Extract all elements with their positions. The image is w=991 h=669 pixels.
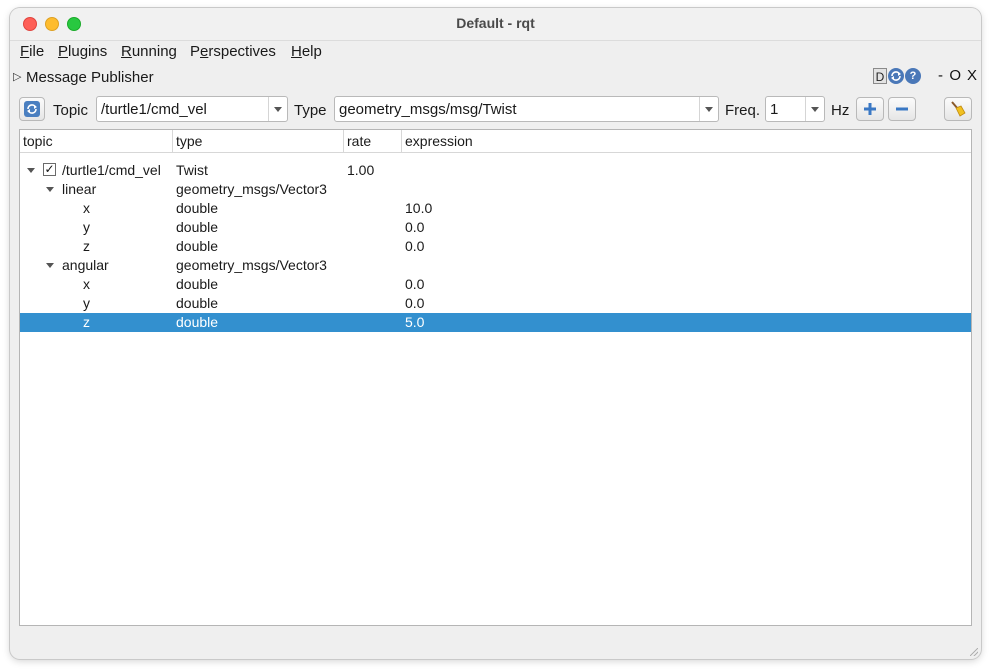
menu-file[interactable]: File bbox=[20, 43, 44, 60]
cell-type: double bbox=[176, 219, 219, 235]
minus-icon bbox=[896, 107, 908, 111]
cell-topic: y bbox=[83, 295, 90, 311]
plugin-dock-header: ▷ Message Publisher D ? - O X bbox=[10, 67, 981, 89]
column-header-type[interactable]: type bbox=[173, 130, 344, 152]
title-bar[interactable]: Default - rqt bbox=[10, 8, 981, 41]
plugin-close-button[interactable]: X bbox=[967, 67, 977, 84]
tree-row[interactable]: linear geometry_msgs/Vector3 bbox=[20, 180, 971, 199]
expand-arrow-icon[interactable] bbox=[26, 161, 36, 180]
menu-file-label: ile bbox=[29, 43, 45, 60]
help-icon[interactable]: ? bbox=[905, 68, 921, 84]
cell-type: geometry_msgs/Vector3 bbox=[176, 181, 327, 197]
expand-arrow-icon[interactable] bbox=[45, 256, 55, 275]
resize-grip[interactable] bbox=[968, 646, 978, 656]
tree-header: topic type rate expression bbox=[20, 130, 971, 153]
cell-type: double bbox=[176, 276, 219, 292]
plus-icon bbox=[864, 103, 876, 115]
menu-help[interactable]: Help bbox=[291, 43, 322, 60]
cell-rate[interactable]: 1.00 bbox=[347, 161, 374, 180]
tree-row[interactable]: ✓ /turtle1/cmd_vel Twist 1.00 bbox=[20, 161, 971, 180]
plugin-restore-button[interactable]: O bbox=[949, 67, 961, 84]
cell-topic: x bbox=[83, 276, 90, 292]
publisher-tree[interactable]: topic type rate expression ✓ /turtle1/cm… bbox=[19, 129, 972, 626]
menu-help-mnemonic: H bbox=[291, 43, 302, 60]
menu-perspectives[interactable]: Perspectives bbox=[190, 43, 276, 60]
menu-bar: File Plugins Running Perspectives Help bbox=[10, 41, 981, 63]
tree-row[interactable]: x double 0.0 bbox=[20, 275, 971, 294]
cell-type: double bbox=[176, 200, 219, 216]
topic-combobox-value: /turtle1/cmd_vel bbox=[101, 101, 207, 118]
freq-combobox-value: 1 bbox=[770, 101, 779, 118]
freq-label: Freq. bbox=[725, 102, 761, 119]
cell-type: double bbox=[176, 314, 219, 330]
cell-expression[interactable]: 0.0 bbox=[405, 275, 424, 294]
tree-row[interactable]: z double 0.0 bbox=[20, 237, 971, 256]
tree-row-selected[interactable]: z double 5.0 bbox=[20, 313, 971, 332]
reload-icon-graphic bbox=[891, 71, 901, 81]
cell-type: double bbox=[176, 238, 219, 254]
column-header-expression[interactable]: expression bbox=[402, 130, 971, 152]
topic-label: Topic bbox=[53, 102, 89, 119]
type-label: Type bbox=[294, 102, 327, 119]
cell-expression[interactable]: 5.0 bbox=[405, 313, 424, 332]
collapse-triangle-icon[interactable]: ▷ bbox=[13, 70, 21, 83]
refresh-topics-button[interactable] bbox=[19, 97, 45, 121]
menu-running-label: unning bbox=[131, 43, 177, 60]
publish-checkbox[interactable]: ✓ bbox=[43, 163, 56, 176]
tree-row[interactable]: x double 10.0 bbox=[20, 199, 971, 218]
refresh-icon bbox=[24, 101, 40, 117]
reload-icon[interactable] bbox=[888, 68, 904, 84]
column-header-rate[interactable]: rate bbox=[344, 130, 402, 152]
plugin-minimize-button[interactable]: - bbox=[938, 67, 943, 84]
dock-button-group: D ? bbox=[873, 68, 921, 86]
menu-running[interactable]: Running bbox=[121, 43, 177, 60]
chevron-down-icon[interactable] bbox=[805, 97, 824, 121]
menu-file-mnemonic: F bbox=[20, 43, 30, 60]
tree-row[interactable]: y double 0.0 bbox=[20, 218, 971, 237]
rqt-window: Default - rqt File Plugins Running Persp… bbox=[10, 8, 981, 659]
cell-expression[interactable]: 0.0 bbox=[405, 237, 424, 256]
cell-topic: x bbox=[83, 200, 90, 216]
menu-plugins[interactable]: Plugins bbox=[58, 43, 107, 60]
type-combobox[interactable]: geometry_msgs/msg/Twist bbox=[334, 96, 719, 122]
add-publisher-button[interactable] bbox=[856, 97, 884, 121]
menu-help-label: elp bbox=[301, 43, 322, 60]
window-title: Default - rqt bbox=[456, 15, 535, 31]
dock-toggle-button[interactable]: D bbox=[873, 68, 887, 84]
cell-topic: linear bbox=[62, 181, 97, 197]
chevron-down-icon[interactable] bbox=[268, 97, 287, 121]
freq-combobox[interactable]: 1 bbox=[765, 96, 825, 122]
tree-row[interactable]: y double 0.0 bbox=[20, 294, 971, 313]
cell-topic: y bbox=[83, 219, 90, 235]
type-combobox-value: geometry_msgs/msg/Twist bbox=[339, 101, 517, 118]
topic-combobox[interactable]: /turtle1/cmd_vel bbox=[96, 96, 288, 122]
publisher-toolbar: Topic /turtle1/cmd_vel Type geometry_msg… bbox=[10, 95, 981, 125]
hz-label: Hz bbox=[831, 102, 850, 119]
menu-running-mnemonic: R bbox=[121, 43, 132, 60]
plugin-title: Message Publisher bbox=[26, 69, 154, 86]
cell-expression[interactable]: 0.0 bbox=[405, 294, 424, 313]
cell-topic: /turtle1/cmd_vel bbox=[62, 162, 161, 178]
cell-expression[interactable]: 10.0 bbox=[405, 199, 432, 218]
clear-publishers-button[interactable] bbox=[944, 97, 972, 121]
cell-type: geometry_msgs/Vector3 bbox=[176, 257, 327, 273]
cell-topic: angular bbox=[62, 257, 109, 273]
cell-topic: z bbox=[83, 238, 90, 254]
tree-row[interactable]: angular geometry_msgs/Vector3 bbox=[20, 256, 971, 275]
expand-arrow-icon[interactable] bbox=[45, 180, 55, 199]
cell-type: Twist bbox=[176, 162, 208, 178]
cell-expression[interactable]: 0.0 bbox=[405, 218, 424, 237]
menu-plugins-mnemonic: P bbox=[58, 43, 69, 60]
menu-plugins-label: lugins bbox=[68, 43, 108, 60]
cell-type: double bbox=[176, 295, 219, 311]
cell-topic: z bbox=[83, 314, 90, 330]
chevron-down-icon[interactable] bbox=[699, 97, 718, 121]
menu-perspectives-label: rspectives bbox=[208, 43, 276, 60]
menu-perspectives-prefix: P bbox=[190, 43, 201, 60]
remove-publisher-button[interactable] bbox=[888, 97, 916, 121]
column-header-topic[interactable]: topic bbox=[20, 130, 173, 152]
broom-icon bbox=[951, 101, 966, 117]
